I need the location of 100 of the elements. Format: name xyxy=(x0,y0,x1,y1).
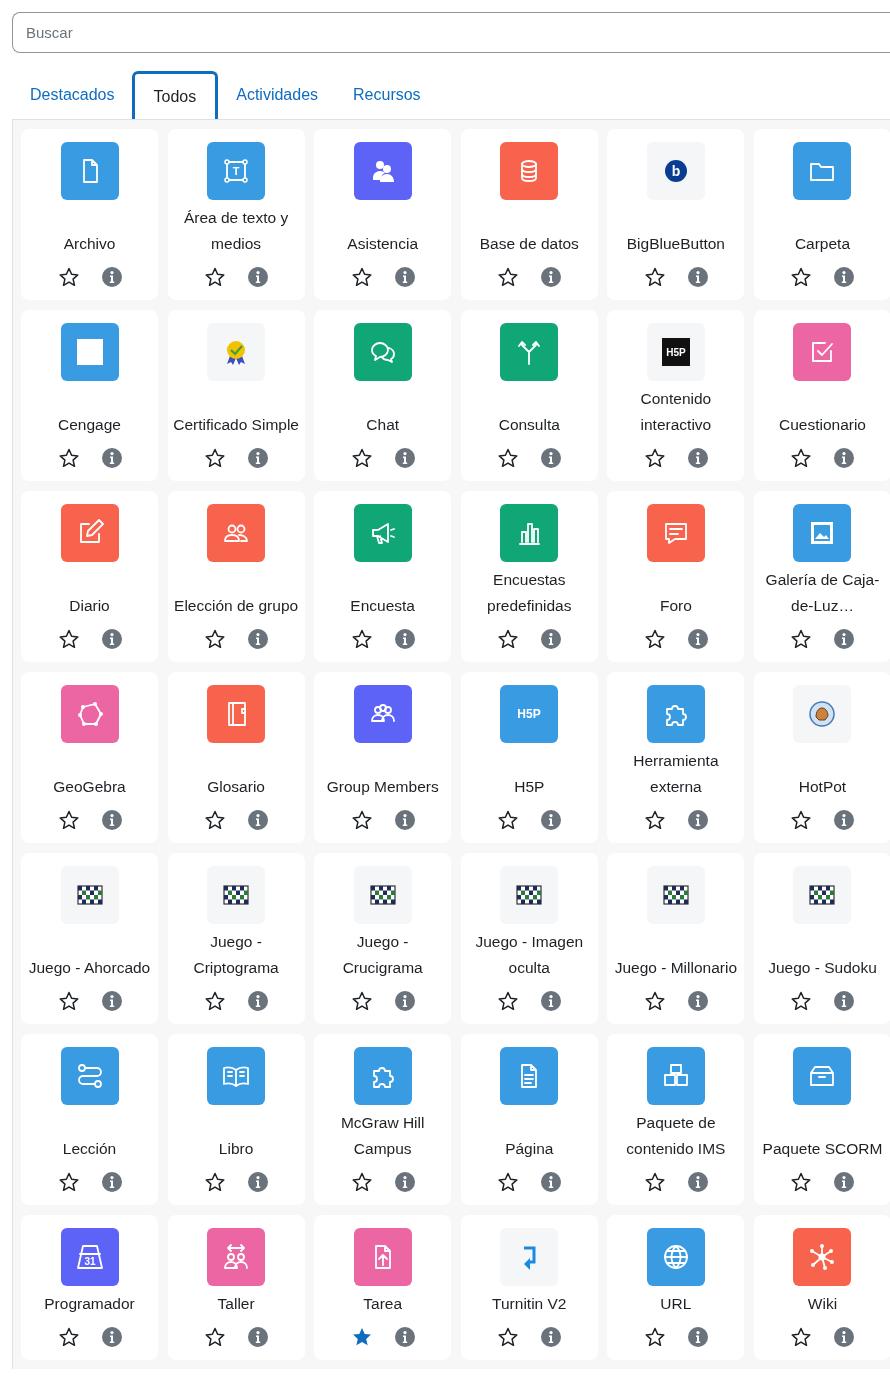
module-card[interactable]: Juego - Criptograma xyxy=(167,853,305,1024)
module-card[interactable]: Base de datos xyxy=(460,129,598,300)
star-icon[interactable] xyxy=(497,628,520,650)
module-card[interactable]: Juego - Crucigrama xyxy=(314,853,452,1024)
module-card[interactable]: Libro xyxy=(167,1034,305,1205)
search-field[interactable]: Buscar xyxy=(12,12,890,53)
info-icon[interactable] xyxy=(834,629,855,649)
info-icon[interactable] xyxy=(687,1327,708,1347)
info-icon[interactable] xyxy=(834,991,855,1011)
star-icon[interactable] xyxy=(204,1326,227,1348)
info-icon[interactable] xyxy=(248,991,269,1011)
star-icon[interactable] xyxy=(643,628,666,650)
module-card[interactable]: Archivo xyxy=(21,129,158,300)
star-icon[interactable] xyxy=(643,990,666,1012)
info-icon[interactable] xyxy=(248,448,269,468)
star-icon[interactable] xyxy=(57,447,80,469)
info-icon[interactable] xyxy=(394,267,415,287)
info-icon[interactable] xyxy=(687,1172,708,1192)
info-icon[interactable] xyxy=(541,991,562,1011)
info-icon[interactable] xyxy=(101,810,122,830)
info-icon[interactable] xyxy=(541,629,562,649)
module-card[interactable]: Foro xyxy=(607,491,745,662)
star-icon[interactable] xyxy=(350,628,373,650)
module-card[interactable]: Paquete SCORM xyxy=(753,1034,890,1205)
star-icon[interactable] xyxy=(643,1171,666,1193)
star-icon[interactable] xyxy=(497,1326,520,1348)
module-card[interactable]: Diario xyxy=(21,491,158,662)
module-card[interactable]: Juego - Imagen oculta xyxy=(460,853,598,1024)
module-card[interactable]: Página xyxy=(460,1034,598,1205)
module-card[interactable]: Taller xyxy=(167,1215,305,1360)
info-icon[interactable] xyxy=(687,810,708,830)
star-icon[interactable] xyxy=(643,809,666,831)
star-icon[interactable] xyxy=(643,266,666,288)
module-card[interactable]: HotPot xyxy=(753,672,890,843)
info-icon[interactable] xyxy=(834,448,855,468)
star-icon[interactable] xyxy=(790,628,813,650)
info-icon[interactable] xyxy=(394,448,415,468)
star-icon[interactable] xyxy=(497,447,520,469)
star-icon[interactable] xyxy=(57,1171,80,1193)
info-icon[interactable] xyxy=(687,991,708,1011)
star-icon[interactable] xyxy=(204,809,227,831)
info-icon[interactable] xyxy=(101,629,122,649)
module-card[interactable]: Group Members xyxy=(314,672,452,843)
star-icon[interactable] xyxy=(204,447,227,469)
module-card[interactable]: Galería de Caja-de-Luz… xyxy=(753,491,890,662)
star-icon[interactable] xyxy=(350,990,373,1012)
star-icon[interactable] xyxy=(497,990,520,1012)
module-card[interactable]: Carpeta xyxy=(753,129,890,300)
module-card[interactable]: Juego - Sudoku xyxy=(753,853,890,1024)
info-icon[interactable] xyxy=(687,629,708,649)
star-icon[interactable] xyxy=(204,990,227,1012)
info-icon[interactable] xyxy=(541,1172,562,1192)
info-icon[interactable] xyxy=(248,810,269,830)
module-card[interactable]: b BigBlueButton xyxy=(607,129,745,300)
info-icon[interactable] xyxy=(101,1327,122,1347)
info-icon[interactable] xyxy=(541,448,562,468)
star-icon[interactable] xyxy=(204,628,227,650)
star-icon[interactable] xyxy=(57,990,80,1012)
info-icon[interactable] xyxy=(101,1172,122,1192)
star-icon[interactable] xyxy=(350,1171,373,1193)
module-card[interactable]: Certificado Simple xyxy=(167,310,305,481)
star-icon[interactable] xyxy=(790,1171,813,1193)
star-icon[interactable] xyxy=(350,266,373,288)
module-card[interactable]: Tarea xyxy=(314,1215,452,1360)
module-card[interactable]: Paquete de contenido IMS xyxy=(607,1034,745,1205)
tab[interactable]: Destacados xyxy=(12,71,132,119)
star-icon[interactable] xyxy=(790,990,813,1012)
tab[interactable]: Recursos xyxy=(335,71,438,119)
info-icon[interactable] xyxy=(541,1327,562,1347)
info-icon[interactable] xyxy=(834,1327,855,1347)
info-icon[interactable] xyxy=(394,1172,415,1192)
info-icon[interactable] xyxy=(394,629,415,649)
module-card[interactable]: H5P H5P xyxy=(460,672,598,843)
module-card[interactable]: Wiki xyxy=(753,1215,890,1360)
star-icon[interactable] xyxy=(350,447,373,469)
star-icon[interactable] xyxy=(57,1326,80,1348)
star-icon[interactable] xyxy=(57,266,80,288)
star-icon[interactable] xyxy=(497,1171,520,1193)
module-card[interactable]: Cengage xyxy=(21,310,158,481)
star-icon[interactable] xyxy=(57,628,80,650)
star-icon[interactable] xyxy=(204,266,227,288)
star-icon[interactable] xyxy=(790,1326,813,1348)
module-card[interactable]: Consulta xyxy=(460,310,598,481)
module-card[interactable]: Lección xyxy=(21,1034,158,1205)
module-card[interactable]: Asistencia xyxy=(314,129,452,300)
info-icon[interactable] xyxy=(541,810,562,830)
info-icon[interactable] xyxy=(101,448,122,468)
module-card[interactable]: Turnitin V2 xyxy=(460,1215,598,1360)
info-icon[interactable] xyxy=(394,1327,415,1347)
module-card[interactable]: H5P Contenido interactivo xyxy=(607,310,745,481)
info-icon[interactable] xyxy=(101,991,122,1011)
module-card[interactable]: Glosario xyxy=(167,672,305,843)
info-icon[interactable] xyxy=(394,810,415,830)
info-icon[interactable] xyxy=(541,267,562,287)
star-icon[interactable] xyxy=(643,447,666,469)
module-card[interactable]: Juego - Ahorcado xyxy=(21,853,158,1024)
module-card[interactable]: Encuestas predefinidas xyxy=(460,491,598,662)
star-icon[interactable] xyxy=(643,1326,666,1348)
star-icon[interactable] xyxy=(790,447,813,469)
info-icon[interactable] xyxy=(687,267,708,287)
